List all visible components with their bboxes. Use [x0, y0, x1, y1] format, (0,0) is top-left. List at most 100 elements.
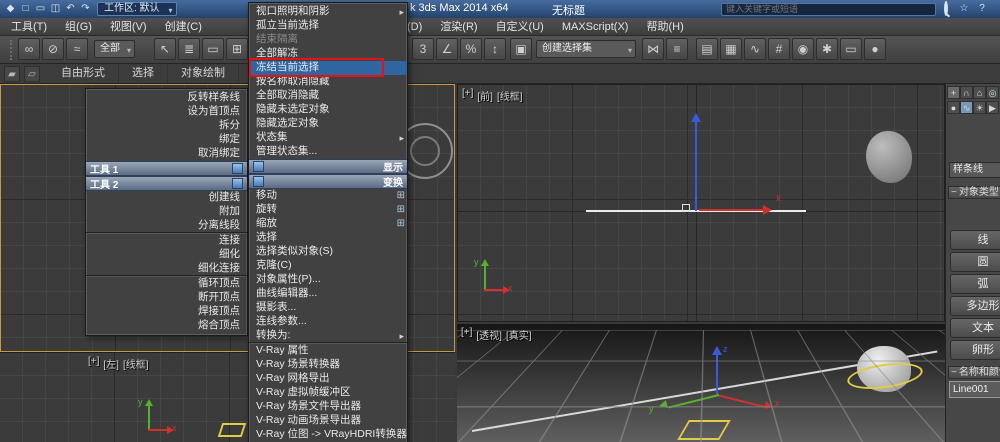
tools1-quadrant-title[interactable]: 工具 1 — [86, 161, 247, 176]
category-shapes-icon[interactable]: ∿ — [960, 101, 973, 114]
render-production-icon[interactable]: ● — [864, 38, 886, 60]
rollout-name-color[interactable]: −名称和颜色 — [948, 366, 1000, 379]
viewport-front[interactable]: [+] [前] [线框] x y x — [457, 84, 945, 322]
mirror-icon[interactable]: ⋈ — [642, 38, 664, 60]
quad-menu-item[interactable]: V-Ray 动画场景导出器 — [249, 414, 407, 428]
rectangular-region-icon[interactable]: ▭ — [202, 38, 224, 60]
quad-menu-item[interactable]: 焊接顶点 — [86, 305, 247, 319]
quad-menu-item[interactable]: 熔合顶点 — [86, 319, 247, 333]
display-quadrant-title[interactable]: 显示 — [249, 159, 407, 174]
gizmo-x-axis[interactable] — [699, 209, 763, 211]
quad-menu-item[interactable]: 设为首顶点 — [86, 105, 247, 119]
shape-category-dropdown[interactable]: 样条线 — [949, 162, 1000, 178]
quad-menu-item[interactable]: 全部取消隐藏 — [249, 89, 407, 103]
quad-menu-item[interactable]: V-Ray 位图 -> VRayHDRI转换器 — [249, 428, 407, 442]
workspace-dropdown[interactable]: 工作区: 默认 — [97, 2, 177, 17]
select-and-link-icon[interactable]: ∞ — [18, 38, 40, 60]
quad-menu-item[interactable]: 创建线 — [86, 191, 247, 205]
category-lights-icon[interactable]: ☀ — [973, 101, 986, 114]
render-setup-icon[interactable]: ✱ — [816, 38, 838, 60]
gizmo-z-axis[interactable] — [695, 121, 697, 211]
snap-toggle-3d-icon[interactable]: 3 — [412, 38, 434, 60]
undo-icon[interactable]: ↶ — [63, 2, 78, 16]
angle-snap-icon[interactable]: ∠ — [436, 38, 458, 60]
circle-shape-inner[interactable] — [410, 136, 440, 166]
object-type-button[interactable]: 卵形 — [950, 340, 1000, 360]
quad-menu-item[interactable]: 循环顶点 — [86, 277, 247, 291]
quad-menu-item[interactable]: 缩放 — [249, 217, 407, 231]
quad-menu-item[interactable]: 隐藏选定对象 — [249, 117, 407, 131]
category-geometry-icon[interactable]: ● — [947, 101, 960, 114]
scene-object-front[interactable] — [866, 131, 912, 183]
viewport-label-segment[interactable]: [透视] — [476, 327, 502, 342]
quad-menu-item[interactable]: 对象属性(P)... — [249, 273, 407, 287]
edit-named-selection-sets-icon[interactable]: ▣ — [510, 38, 532, 60]
tools2-quadrant-title[interactable]: 工具 2 — [86, 176, 247, 191]
curve-editor-icon[interactable]: ∿ — [744, 38, 766, 60]
quad-menu-item[interactable]: V-Ray 场景转换器 — [249, 358, 407, 372]
window-crossing-icon[interactable]: ⊞ — [226, 38, 248, 60]
new-file-icon[interactable]: □ — [18, 2, 33, 16]
gizmo-z-axis[interactable] — [716, 354, 718, 396]
menu-bar-item[interactable]: 渲染(R) — [431, 18, 486, 36]
schematic-view-icon[interactable]: # — [768, 38, 790, 60]
quad-menu-item[interactable]: 按名称取消隐藏 — [249, 75, 407, 89]
graphite-ribbon-icon[interactable]: ▦ — [720, 38, 742, 60]
object-type-button[interactable]: 弧 — [950, 274, 1000, 294]
menu-bar-item[interactable]: 组(G) — [56, 18, 101, 36]
ribbon-tab[interactable]: 自由形式 — [48, 64, 119, 83]
align-icon[interactable]: ≡ — [666, 38, 688, 60]
favorites-star-icon[interactable]: ☆ — [956, 2, 972, 16]
menu-bar-item[interactable]: MAXScript(X) — [553, 18, 638, 36]
quad-menu-item[interactable]: 摄影表... — [249, 301, 407, 315]
unlink-selection-icon[interactable]: ⊘ — [42, 38, 64, 60]
quad-menu-item[interactable]: 拆分 — [86, 119, 247, 133]
ribbon-tab[interactable]: 选择 — [119, 64, 168, 83]
quad-menu-item[interactable]: 细化连接 — [86, 262, 247, 276]
toolbar-drag-handle[interactable] — [10, 40, 14, 60]
spinner-snap-icon[interactable]: ↕ — [484, 38, 506, 60]
redo-icon[interactable]: ↷ — [78, 2, 93, 16]
named-selection-sets-dropdown[interactable]: 创建选择集 — [536, 40, 636, 58]
viewport-label-segment[interactable]: [+] — [462, 88, 473, 103]
object-name-field[interactable]: Line001 — [949, 381, 1000, 398]
menu-bar-item[interactable]: 工具(T) — [2, 18, 56, 36]
search-input[interactable] — [721, 2, 936, 16]
viewport-label-segment[interactable]: [左] — [103, 356, 119, 371]
quad-menu-item[interactable]: 选择类似对象(S) — [249, 245, 407, 259]
quad-menu-item[interactable]: 绑定 — [86, 133, 247, 147]
quad-menu-item[interactable]: V-Ray 属性 — [249, 344, 407, 358]
object-type-button[interactable]: 多边形 — [950, 296, 1000, 316]
quad-menu-item[interactable]: 管理状态集... — [249, 145, 407, 159]
layer-manager-icon[interactable]: ▤ — [696, 38, 718, 60]
quad-menu-item[interactable]: 反转样条线 — [86, 91, 247, 105]
quad-menu-item[interactable]: 克隆(C) — [249, 259, 407, 273]
rollout-object-type[interactable]: − 对象类型 — [948, 186, 1000, 199]
quad-menu-item[interactable]: 结束隔离 — [249, 33, 407, 47]
object-type-button[interactable]: 圆 — [950, 252, 1000, 272]
viewport-label-segment[interactable]: [+] — [88, 356, 99, 371]
selection-filter-dropdown[interactable]: 全部 — [94, 40, 135, 58]
spline-vertex-marker[interactable] — [682, 204, 690, 212]
quad-menu-item[interactable]: 曲线编辑器... — [249, 287, 407, 301]
quad-menu-item[interactable]: 转换为: — [249, 329, 407, 343]
percent-snap-icon[interactable]: % — [460, 38, 482, 60]
select-object-icon[interactable]: ↖ — [154, 38, 176, 60]
viewport-label-segment[interactable]: [线框] — [497, 88, 523, 103]
viewport-label-segment[interactable]: [真实] — [506, 327, 532, 342]
help-icon[interactable]: ? — [974, 2, 990, 16]
quad-menu-item[interactable]: 断开顶点 — [86, 291, 247, 305]
category-cameras-icon[interactable]: ▶ — [986, 101, 999, 114]
tab-hierarchy-icon[interactable]: ⌂ — [973, 86, 986, 99]
ribbon-modeling-icon[interactable]: ▰ — [4, 65, 20, 82]
app-logo-icon[interactable]: ◆ — [3, 2, 18, 16]
rollout-collapse-icon[interactable]: − — [951, 367, 957, 378]
open-file-icon[interactable]: ▭ — [33, 2, 48, 16]
tab-create-icon[interactable]: + — [947, 86, 960, 99]
quad-menu-item[interactable]: 选择 — [249, 231, 407, 245]
tab-modify-icon[interactable]: ∩ — [960, 86, 973, 99]
menu-bar-item[interactable]: 自定义(U) — [487, 18, 553, 36]
quad-menu-item[interactable]: 附加 — [86, 205, 247, 219]
quad-menu-item[interactable]: 移动 — [249, 189, 407, 203]
viewport-perspective[interactable]: [+] [透视] [真实] z x y — [457, 324, 945, 442]
